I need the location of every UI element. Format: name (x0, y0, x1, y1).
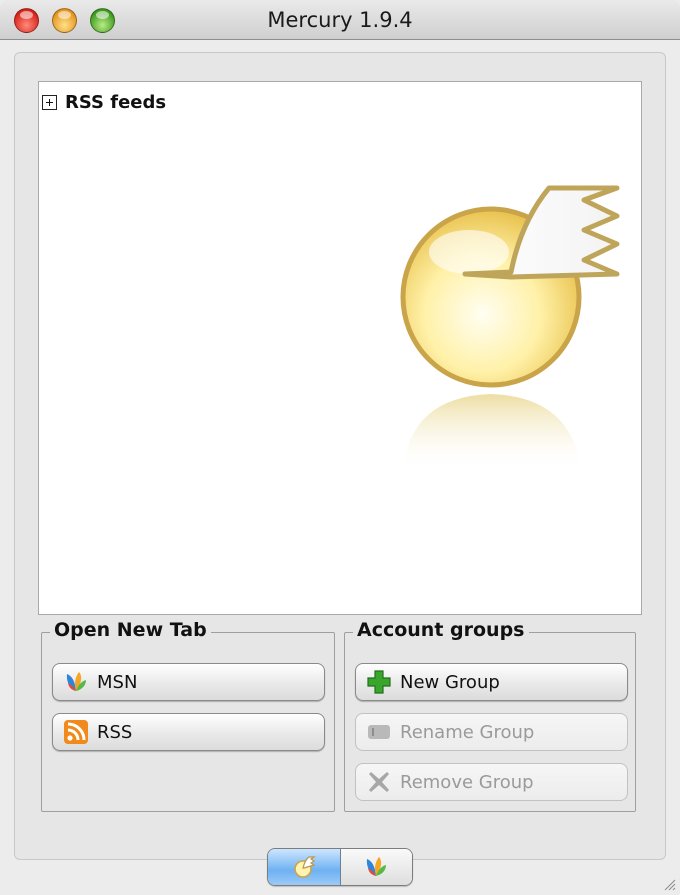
open-rss-tab-button[interactable]: RSS (52, 713, 325, 751)
open-msn-tab-button[interactable]: MSN (52, 663, 325, 701)
rss-button-label: RSS (97, 721, 133, 743)
mercury-logo-icon (293, 856, 316, 878)
title-bar: Mercury 1.9.4 (0, 0, 680, 40)
tree-row-rss-feeds[interactable]: RSS feeds (42, 92, 166, 113)
rename-group-label: Rename Group (400, 721, 535, 743)
new-group-label: New Group (400, 671, 500, 693)
remove-group-button[interactable]: Remove Group (355, 763, 628, 801)
remove-group-label: Remove Group (400, 771, 534, 793)
mercury-logo-icon (400, 185, 620, 472)
tree-row-label: RSS feeds (65, 92, 167, 113)
new-group-button[interactable]: New Group (355, 663, 628, 701)
mercury-view-tab[interactable] (268, 849, 341, 885)
feed-tree[interactable]: RSS feeds (38, 81, 642, 615)
rename-icon (368, 725, 390, 739)
remove-x-icon (369, 772, 389, 792)
msn-button-label: MSN (97, 671, 138, 693)
open-new-tab-title: Open New Tab (50, 619, 211, 641)
msn-view-tab[interactable] (340, 849, 412, 885)
account-groups-title: Account groups (353, 619, 529, 641)
view-switcher (267, 848, 413, 886)
plus-icon (367, 670, 391, 694)
expand-plus-icon[interactable] (42, 95, 57, 110)
msn-butterfly-icon (66, 672, 86, 691)
rename-group-button[interactable]: Rename Group (355, 713, 628, 751)
resize-grip-icon[interactable] (662, 877, 676, 891)
msn-butterfly-icon (367, 857, 387, 876)
window-title: Mercury 1.9.4 (267, 8, 413, 32)
rss-icon (64, 720, 88, 744)
